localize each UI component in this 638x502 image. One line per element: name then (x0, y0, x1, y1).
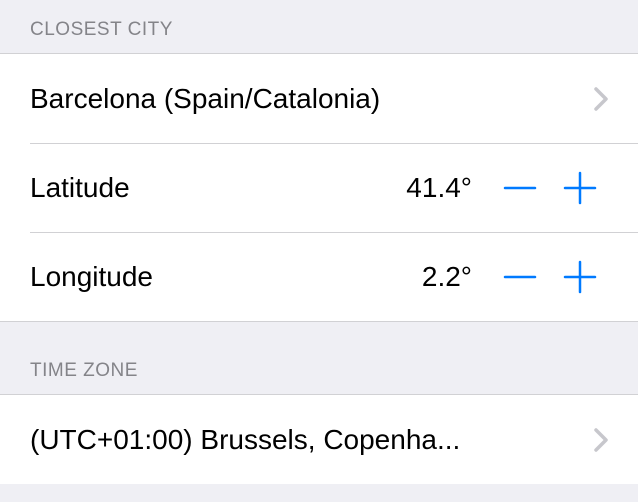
longitude-value: 2.2° (153, 261, 492, 293)
longitude-plus-button[interactable] (552, 249, 608, 305)
closest-city-list: Barcelona (Spain/Catalonia) Latitude 41.… (0, 53, 638, 322)
latitude-row: Latitude 41.4° (0, 143, 638, 232)
city-value: Barcelona (Spain/Catalonia) (30, 83, 579, 115)
latitude-label: Latitude (30, 172, 130, 204)
chevron-right-icon (594, 428, 608, 452)
latitude-plus-button[interactable] (552, 160, 608, 216)
longitude-label: Longitude (30, 261, 153, 293)
chevron-right-icon (594, 87, 608, 111)
section-header-time-zone: Time Zone (0, 322, 638, 394)
time-zone-value: (UTC+01:00) Brussels, Copenha... (30, 424, 579, 456)
time-zone-list: (UTC+01:00) Brussels, Copenha... (0, 394, 638, 484)
section-header-closest-city: Closest City (0, 0, 638, 53)
time-zone-row[interactable]: (UTC+01:00) Brussels, Copenha... (0, 395, 638, 484)
longitude-row: Longitude 2.2° (0, 232, 638, 321)
city-row[interactable]: Barcelona (Spain/Catalonia) (0, 54, 638, 143)
latitude-value: 41.4° (130, 172, 492, 204)
longitude-minus-button[interactable] (492, 249, 548, 305)
latitude-minus-button[interactable] (492, 160, 548, 216)
